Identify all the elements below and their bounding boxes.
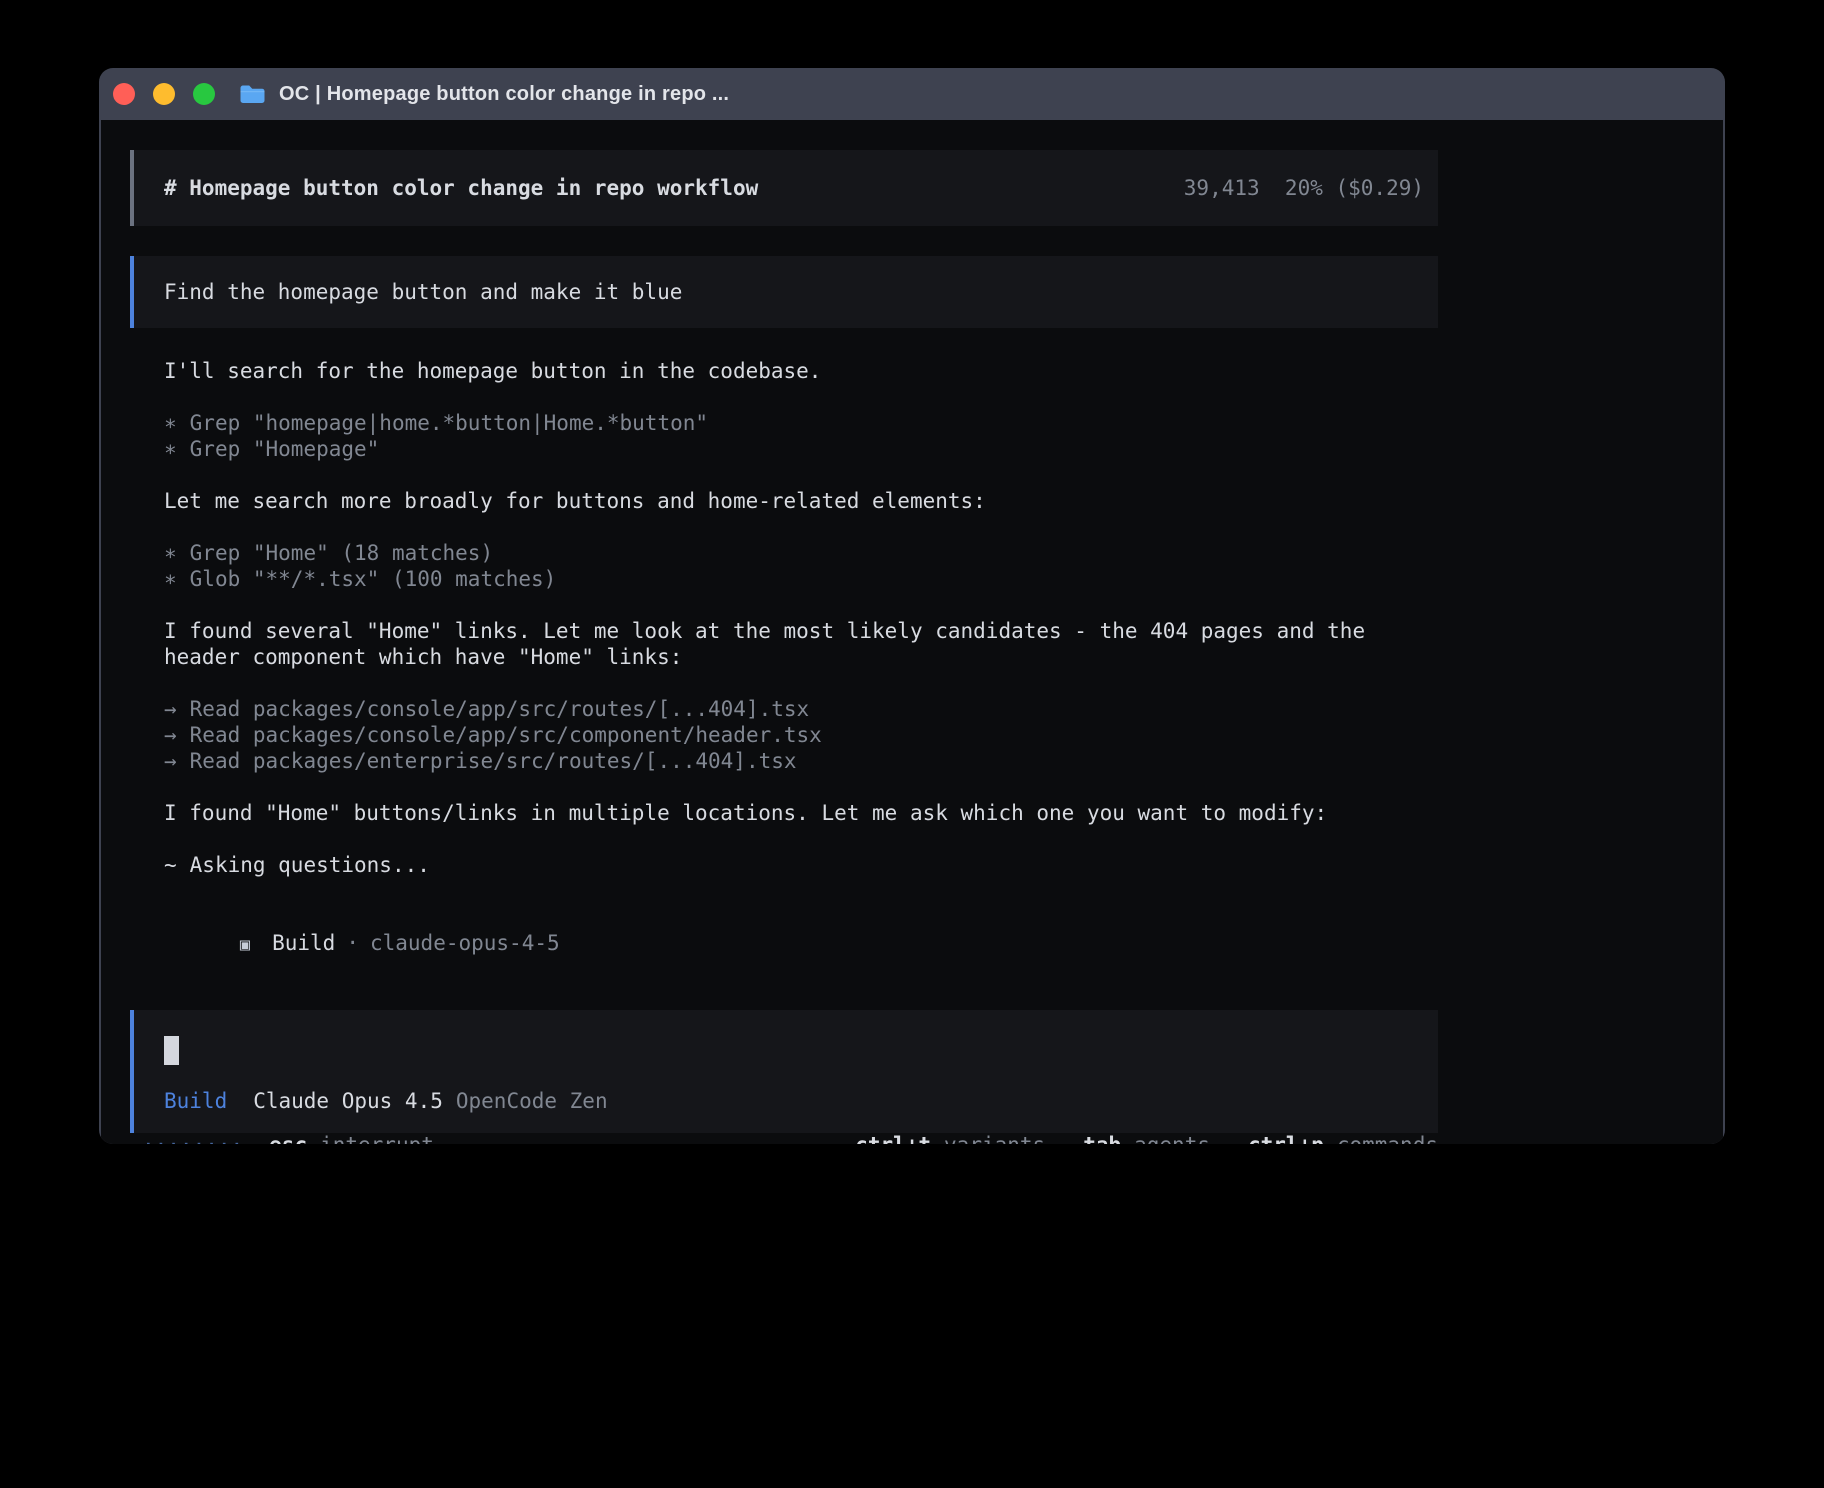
tool-call-read: →Read packages/enterprise/src/routes/[..… bbox=[130, 748, 1723, 774]
spinner-dots: ········ bbox=[142, 1133, 243, 1144]
user-message-text: Find the homepage button and make it blu… bbox=[164, 280, 682, 304]
session-header: # Homepage button color change in repo w… bbox=[130, 150, 1438, 226]
tool-call-grep: ∗Grep "Home" (18 matches) bbox=[130, 540, 1723, 566]
agent-separator: · bbox=[346, 931, 359, 955]
hint-key: esc bbox=[269, 1133, 307, 1144]
tool-call-read: →Read packages/console/app/src/component… bbox=[130, 722, 1723, 748]
tool-run-icon: ∗ bbox=[164, 437, 177, 461]
text-cursor bbox=[164, 1036, 179, 1065]
hint-label: commands bbox=[1337, 1133, 1438, 1144]
status-bar-right: ctrl+t variants tab agents ctrl+p commands bbox=[855, 1133, 1438, 1144]
prompt-input[interactable]: Build Claude Opus 4.5 OpenCode Zen bbox=[130, 1010, 1438, 1133]
tool-run-icon: ∗ bbox=[164, 411, 177, 435]
agent-model-name: claude-opus-4-5 bbox=[370, 931, 560, 955]
hint-variants: ctrl+t variants bbox=[855, 1133, 1045, 1144]
session-token-stats: 39,413 20% ($0.29) bbox=[1184, 176, 1424, 200]
read-arrow-icon: → bbox=[164, 723, 177, 747]
status-bar-left: ········ esc interrupt bbox=[130, 1133, 434, 1144]
agent-status-icon: ▣ bbox=[240, 935, 250, 955]
hint-commands: ctrl+p commands bbox=[1248, 1133, 1438, 1144]
assistant-paragraph: Let me search more broadly for buttons a… bbox=[130, 488, 1723, 514]
window-titlebar[interactable]: OC | Homepage button color change in rep… bbox=[99, 68, 1725, 120]
hint-agents: tab agents bbox=[1083, 1133, 1210, 1144]
window-title: OC | Homepage button color change in rep… bbox=[279, 83, 729, 106]
agent-status-line: ▣ Build · claude-opus-4-5 bbox=[130, 904, 1723, 984]
assistant-paragraph: I found several "Home" links. Let me loo… bbox=[130, 618, 1723, 670]
folder-icon bbox=[239, 83, 266, 105]
assistant-text-line: Let me search more broadly for buttons a… bbox=[130, 488, 1723, 514]
tool-call-group: ∗Grep "Home" (18 matches) ∗Glob "**/*.ts… bbox=[130, 540, 1723, 592]
hint-key: tab bbox=[1083, 1133, 1121, 1144]
tool-call-grep: ∗Grep "Homepage" bbox=[130, 436, 1723, 462]
user-message: Find the homepage button and make it blu… bbox=[130, 256, 1438, 328]
tool-call-read: →Read packages/console/app/src/routes/[.… bbox=[130, 696, 1723, 722]
input-model-label: Claude Opus 4.5 bbox=[253, 1089, 443, 1113]
input-provider-label: OpenCode Zen bbox=[456, 1089, 608, 1113]
hint-label: interrupt bbox=[320, 1133, 434, 1144]
assistant-text-line: I found "Home" buttons/links in multiple… bbox=[130, 800, 1723, 826]
hint-interrupt: esc interrupt bbox=[269, 1133, 434, 1144]
tool-call-grep: ∗Grep "homepage|home.*button|Home.*butto… bbox=[130, 410, 1723, 436]
tool-call-glob: ∗Glob "**/*.tsx" (100 matches) bbox=[130, 566, 1723, 592]
traffic-lights bbox=[113, 83, 215, 105]
assistant-text-line: header component which have "Home" links… bbox=[130, 644, 1723, 670]
tool-run-icon: ∗ bbox=[164, 541, 177, 565]
status-bar: ········ esc interrupt ctrl+t variants tab… bbox=[130, 1133, 1438, 1144]
assistant-text-line: I'll search for the homepage button in t… bbox=[130, 358, 1723, 384]
assistant-text-line: I found several "Home" links. Let me loo… bbox=[130, 618, 1723, 644]
read-arrow-icon: → bbox=[164, 749, 177, 773]
input-meta-row: Build Claude Opus 4.5 OpenCode Zen bbox=[164, 1089, 1408, 1113]
asking-status-line: ~Asking questions... bbox=[130, 852, 1723, 878]
tool-call-group: →Read packages/console/app/src/routes/[.… bbox=[130, 696, 1723, 774]
input-mode-label: Build bbox=[164, 1089, 227, 1113]
close-button[interactable] bbox=[113, 83, 135, 105]
agent-name: Build bbox=[272, 931, 335, 955]
session-title: # Homepage button color change in repo w… bbox=[164, 176, 758, 200]
hint-key: ctrl+p bbox=[1248, 1133, 1324, 1144]
terminal-content: # Homepage button color change in repo w… bbox=[101, 120, 1723, 1144]
hint-key: ctrl+t bbox=[855, 1133, 931, 1144]
tool-run-icon: ∗ bbox=[164, 567, 177, 591]
zoom-button[interactable] bbox=[193, 83, 215, 105]
hint-label: variants bbox=[944, 1133, 1045, 1144]
assistant-paragraph: I'll search for the homepage button in t… bbox=[130, 358, 1723, 384]
tool-call-group: ∗Grep "homepage|home.*button|Home.*butto… bbox=[130, 410, 1723, 462]
terminal-window: OC | Homepage button color change in rep… bbox=[99, 68, 1725, 1144]
asking-status: ~Asking questions... bbox=[130, 852, 1723, 878]
read-arrow-icon: → bbox=[164, 697, 177, 721]
asking-status-icon: ~ bbox=[164, 853, 177, 877]
hint-label: agents bbox=[1134, 1133, 1210, 1144]
assistant-paragraph: I found "Home" buttons/links in multiple… bbox=[130, 800, 1723, 826]
minimize-button[interactable] bbox=[153, 83, 175, 105]
